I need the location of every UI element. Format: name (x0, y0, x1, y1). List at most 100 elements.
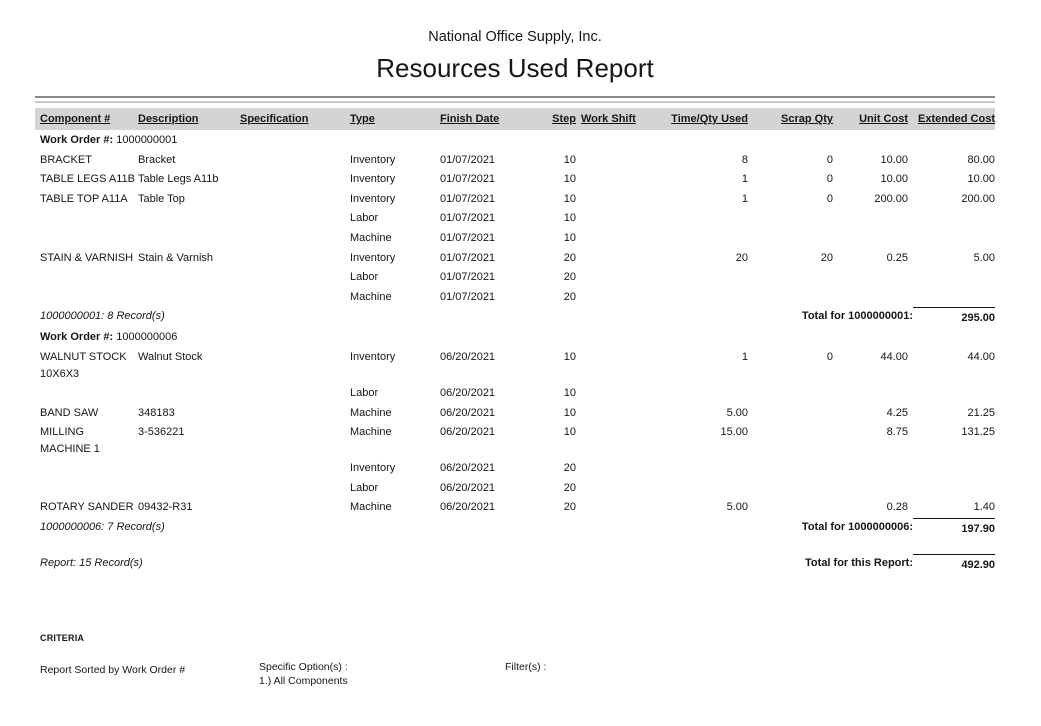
total-label: Total for 1000000006: (516, 517, 913, 536)
company-name: National Office Supply, Inc. (35, 29, 995, 46)
cell-finish_date: 06/20/2021 (440, 422, 535, 441)
cell-type: Machine (350, 403, 440, 422)
cell-type: Labor (350, 208, 440, 227)
table-header-row: Component #DescriptionSpecificationTypeF… (35, 108, 995, 130)
criteria-filters: Filter(s) : (505, 660, 546, 674)
cell-finish_date: 01/07/2021 (440, 189, 535, 208)
cell-extended_cost: 131.25 (908, 422, 995, 441)
cell-component (35, 478, 138, 480)
cell-time_qty: 1 (663, 169, 748, 188)
subtotal-row: 1000000006: 7 Record(s)Total for 1000000… (35, 517, 995, 538)
cell-scrap_qty (748, 458, 833, 460)
cell-specification (240, 478, 350, 480)
cell-unit_cost (833, 267, 908, 269)
report-content: National Office Supply, Inc. Resources U… (35, 0, 995, 713)
cell-work_shift (576, 228, 663, 230)
cell-description (138, 208, 240, 210)
table-row: TABLE LEGS A11BTable Legs A11bInventory0… (35, 169, 995, 189)
cell-time_qty (663, 383, 748, 385)
col-header-work_shift: Work Shift (576, 108, 663, 130)
cell-unit_cost: 10.00 (833, 150, 908, 169)
cell-description (138, 287, 240, 289)
cell-step: 20 (535, 267, 576, 286)
cell-finish_date: 01/07/2021 (440, 150, 535, 169)
cell-scrap_qty (748, 267, 833, 269)
title-divider (35, 96, 995, 103)
table-row: BRACKETBracketInventory01/07/2021108010.… (35, 150, 995, 170)
cell-unit_cost: 4.25 (833, 403, 908, 422)
cell-scrap_qty (748, 208, 833, 210)
cell-description (138, 478, 240, 480)
cell-description: Stain & Varnish (138, 248, 240, 267)
cell-finish_date: 06/20/2021 (440, 497, 535, 516)
cell-work_shift (576, 347, 663, 349)
cell-component: WALNUT STOCK 10X6X3 (35, 347, 138, 383)
cell-step: 10 (535, 189, 576, 208)
cell-extended_cost (908, 458, 995, 460)
work-order-label: Work Order #: 1000000001 (35, 130, 995, 149)
cell-work_shift (576, 383, 663, 385)
cell-extended_cost (908, 383, 995, 385)
cell-unit_cost (833, 383, 908, 385)
cell-type: Machine (350, 287, 440, 306)
col-header-type: Type (350, 108, 440, 130)
cell-component: BAND SAW (35, 403, 138, 422)
cell-specification (240, 189, 350, 191)
cell-specification (240, 287, 350, 289)
cell-step: 10 (535, 169, 576, 188)
cell-description (138, 458, 240, 460)
cell-finish_date: 01/07/2021 (440, 287, 535, 306)
cell-step: 20 (535, 248, 576, 267)
cell-step: 10 (535, 150, 576, 169)
cell-extended_cost (908, 208, 995, 210)
cell-specification (240, 169, 350, 171)
cell-scrap_qty: 20 (748, 248, 833, 267)
cell-description: 3-536221 (138, 422, 240, 441)
cell-specification (240, 458, 350, 460)
cell-extended_cost (908, 228, 995, 230)
cell-unit_cost: 8.75 (833, 422, 908, 441)
criteria-specific-options: Specific Option(s) : 1.) All Components (259, 660, 348, 688)
cell-scrap_qty (748, 403, 833, 405)
cell-type: Labor (350, 478, 440, 497)
cell-scrap_qty (748, 228, 833, 230)
criteria-heading: CRITERIA (40, 633, 84, 643)
cell-time_qty (663, 458, 748, 460)
cell-work_shift (576, 189, 663, 191)
col-header-component: Component # (35, 108, 138, 130)
col-header-time_qty: Time/Qty Used (663, 108, 748, 130)
cell-extended_cost: 5.00 (908, 248, 995, 267)
total-label: Total for this Report: (516, 553, 913, 572)
col-header-unit_cost: Unit Cost (833, 108, 908, 130)
cell-type: Machine (350, 422, 440, 441)
cell-specification (240, 208, 350, 210)
col-header-finish_date: Finish Date (440, 108, 535, 130)
cell-specification (240, 347, 350, 349)
cell-work_shift (576, 422, 663, 424)
cell-finish_date: 01/07/2021 (440, 169, 535, 188)
total-label: Total for 1000000001: (516, 306, 913, 325)
cell-scrap_qty: 0 (748, 150, 833, 169)
subtotal-row: 1000000001: 8 Record(s)Total for 1000000… (35, 306, 995, 327)
cell-unit_cost (833, 287, 908, 289)
cell-finish_date: 06/20/2021 (440, 403, 535, 422)
cell-time_qty (663, 287, 748, 289)
cell-type: Inventory (350, 347, 440, 366)
cell-component: MILLING MACHINE 1 (35, 422, 138, 458)
table-row: Labor06/20/202110 (35, 383, 995, 403)
cell-step: 20 (535, 287, 576, 306)
table-row: Labor01/07/202110 (35, 208, 995, 228)
total-value: 492.90 (913, 554, 995, 574)
record-count: 1000000001: 8 Record(s) (35, 306, 516, 325)
cell-time_qty: 8 (663, 150, 748, 169)
cell-finish_date: 01/07/2021 (440, 228, 535, 247)
cell-specification (240, 383, 350, 385)
report-table: Component #DescriptionSpecificationTypeF… (35, 108, 995, 574)
cell-extended_cost: 10.00 (908, 169, 995, 188)
cell-unit_cost: 200.00 (833, 189, 908, 208)
cell-finish_date: 01/07/2021 (440, 267, 535, 286)
cell-time_qty (663, 478, 748, 480)
cell-type: Machine (350, 228, 440, 247)
cell-finish_date: 06/20/2021 (440, 478, 535, 497)
cell-step: 10 (535, 208, 576, 227)
